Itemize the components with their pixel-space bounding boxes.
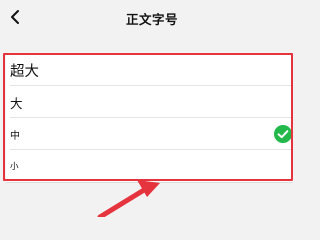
- check-circle-icon: [274, 125, 292, 143]
- option-label: 小: [10, 162, 19, 172]
- font-size-option-extra-large[interactable]: 超大: [6, 54, 293, 86]
- option-label: 超大: [10, 63, 39, 80]
- option-label: 大: [10, 95, 23, 111]
- font-size-option-medium[interactable]: 中: [6, 118, 293, 150]
- font-size-list: 超大 大 中 小: [6, 53, 293, 183]
- option-label: 中: [10, 130, 20, 142]
- font-size-option-large[interactable]: 大: [6, 86, 293, 118]
- font-size-option-small[interactable]: 小: [6, 150, 293, 182]
- page-title: 正文字号: [125, 12, 178, 27]
- nav-bar: 正文字号: [0, 0, 304, 40]
